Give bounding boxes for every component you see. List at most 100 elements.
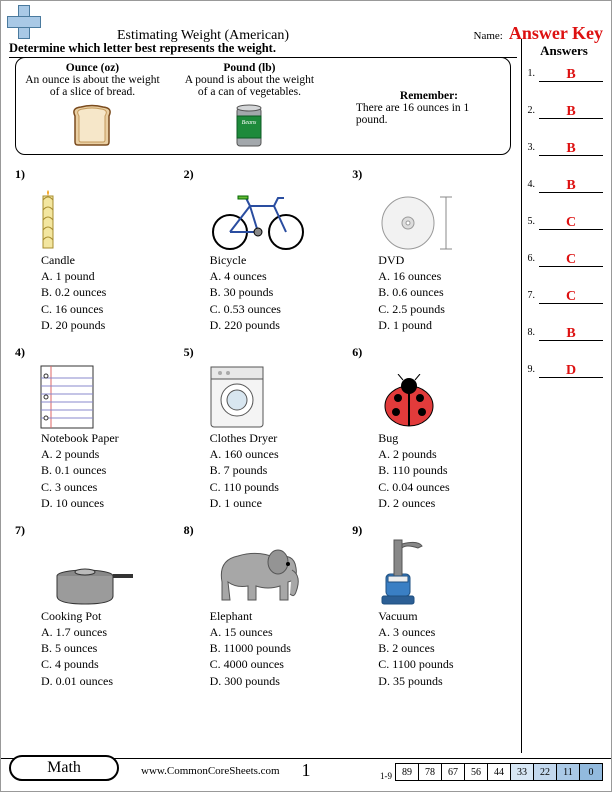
legend-ounce-desc: An ounce is about the weight of a slice … (24, 74, 161, 98)
question-option: A. 15 ounces (210, 624, 345, 640)
question-option: D. 0.01 ounces (41, 673, 176, 689)
answer-row: 7.C (521, 287, 603, 304)
dvd-icon (376, 194, 466, 252)
score-box: 11 (556, 763, 580, 781)
score-box: 44 (487, 763, 511, 781)
legend-ounce-title: Ounce (oz) (24, 62, 161, 74)
answer-row: 3.B (521, 139, 603, 156)
logo-cross-icon (7, 5, 41, 39)
question-number: 8) (184, 523, 194, 537)
legend-pound-desc: A pound is about the weight of a can of … (181, 74, 318, 98)
question-option: C. 16 ounces (41, 301, 176, 317)
score-box: 78 (418, 763, 442, 781)
legend-box: Ounce (oz) An ounce is about the weight … (15, 57, 511, 155)
score-box: 56 (464, 763, 488, 781)
question-option: B. 30 pounds (210, 284, 345, 300)
question-name: Cooking Pot (41, 608, 176, 624)
answer-value: D (566, 363, 576, 378)
can-icon: Beans (234, 104, 264, 150)
svg-text:Beans: Beans (242, 120, 257, 126)
question-option: A. 1 pound (41, 268, 176, 284)
question-number: 4) (15, 345, 25, 359)
question-name: Notebook Paper (41, 430, 176, 446)
elephant-icon (208, 542, 304, 608)
question-number: 2) (184, 167, 194, 181)
question-option: C. 4 pounds (41, 656, 176, 672)
answer-row: 1.B (521, 65, 603, 82)
page-number: 1 (302, 760, 311, 781)
bread-icon (69, 104, 115, 146)
question-option: B. 0.6 ounces (378, 284, 513, 300)
question-option: D. 35 pounds (378, 673, 513, 689)
score-boxes: 1-9 89 78 67 56 44 33 22 11 0 (380, 763, 603, 781)
question-number: 5) (184, 345, 194, 359)
answer-value: C (566, 289, 576, 304)
question-option: C. 2.5 pounds (378, 301, 513, 317)
question-number: 1) (15, 167, 25, 181)
question-option: B. 0.1 ounces (41, 462, 176, 478)
question-option: D. 10 ounces (41, 495, 176, 511)
question-cell: 2) Bicycle A. 4 ounces B. 30 pounds C. 0… (180, 165, 349, 337)
answer-value: C (566, 215, 576, 230)
question-number: 7) (15, 523, 25, 537)
question-option: D. 2 ounces (378, 495, 513, 511)
question-option: D. 300 pounds (210, 673, 345, 689)
question-option: C. 4000 ounces (210, 656, 345, 672)
question-option: B. 2 ounces (378, 640, 513, 656)
question-option: A. 160 ounces (210, 446, 345, 462)
question-option: D. 20 pounds (41, 317, 176, 333)
question-option: A. 2 pounds (378, 446, 513, 462)
legend-pound-title: Pound (lb) (181, 62, 318, 74)
legend-remember-title: Remember: (356, 90, 502, 102)
question-cell: 5) Clothes Dryer A. 160 ounces B. 7 poun… (180, 343, 349, 515)
question-number: 3) (352, 167, 362, 181)
question-cell: 8) Elephant A. 15 ounces B. 11000 pounds… (180, 521, 349, 693)
question-option: B. 7 pounds (210, 462, 345, 478)
question-option: B. 5 ounces (41, 640, 176, 656)
answer-row: 2.B (521, 102, 603, 119)
question-cell: 1) Candle A. 1 pound B. 0.2 ou (11, 165, 180, 337)
site-label: www.CommonCoreSheets.com (141, 765, 280, 777)
answer-row: 6.C (521, 250, 603, 267)
instruction-bar: Determine which letter best represents t… (9, 41, 517, 58)
question-option: B. 110 pounds (378, 462, 513, 478)
question-row: 7) Cooking Pot A. 1.7 ounces B. 5 ounces… (11, 521, 517, 693)
question-option: A. 2 pounds (41, 446, 176, 462)
question-row: 4) (11, 343, 517, 515)
answers-header: Answers (525, 43, 603, 59)
question-option: A. 16 ounces (378, 268, 513, 284)
question-name: Bug (378, 430, 513, 446)
paper-icon (39, 364, 95, 430)
answers-column: 1.B 2.B 3.B 4.B 5.C 6.C 7.C 8.B 9.D (521, 65, 603, 378)
answer-row: 5.C (521, 213, 603, 230)
question-option: C. 3 ounces (41, 479, 176, 495)
question-cell: 6) Bug A. 2 po (348, 343, 517, 515)
bicycle-icon (208, 188, 308, 252)
score-box: 89 (395, 763, 419, 781)
answer-row: 9.D (521, 361, 603, 378)
question-option: A. 4 ounces (210, 268, 345, 284)
score-box: 22 (533, 763, 557, 781)
question-number: 6) (352, 345, 362, 359)
question-option: B. 0.2 ounces (41, 284, 176, 300)
question-name: Vacuum (378, 608, 513, 624)
worksheet-page: Estimating Weight (American) Name: Answe… (0, 0, 612, 792)
question-cell: 4) (11, 343, 180, 515)
score-box: 0 (579, 763, 603, 781)
question-option: D. 1 ounce (210, 495, 345, 511)
answer-value: B (566, 67, 575, 82)
answer-row: 4.B (521, 176, 603, 193)
name-value: Answer Key (509, 23, 603, 44)
score-box: 67 (441, 763, 465, 781)
question-name: Candle (41, 252, 176, 268)
question-option: C. 0.04 ounces (378, 479, 513, 495)
answer-value: B (566, 326, 575, 341)
answer-row: 8.B (521, 324, 603, 341)
answer-value: B (566, 178, 575, 193)
pot-icon (39, 558, 135, 608)
answer-value: B (566, 141, 575, 156)
question-option: A. 3 ounces (378, 624, 513, 640)
question-option: D. 220 pounds (210, 317, 345, 333)
score-box: 33 (510, 763, 534, 781)
question-option: C. 0.53 ounces (210, 301, 345, 317)
